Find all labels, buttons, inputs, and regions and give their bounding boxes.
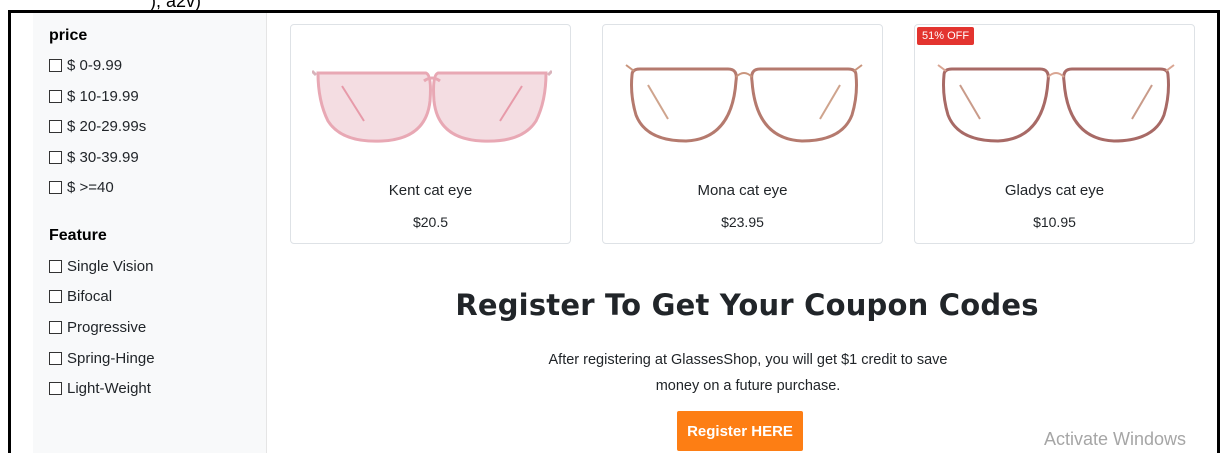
filter-option-label: Bifocal — [67, 288, 113, 305]
filter-option-feature-1[interactable]: Bifocal — [49, 288, 112, 305]
main-content: Kent cat eye $20.5 Mona cat eye $23.95 5… — [268, 13, 1217, 453]
checkbox[interactable] — [49, 382, 62, 395]
checkbox[interactable] — [49, 59, 62, 72]
filter-option-label: Light-Weight — [67, 380, 151, 397]
checkbox[interactable] — [49, 151, 62, 164]
product-name[interactable]: Mona cat eye — [603, 182, 882, 199]
filter-option-label: $ 30-39.99 — [67, 149, 139, 166]
filter-option-price-3[interactable]: $ 30-39.99 — [49, 149, 139, 166]
register-description: After registering at GlassesShop, you wi… — [488, 347, 1008, 399]
checkbox[interactable] — [49, 260, 62, 273]
product-price: $23.95 — [721, 214, 764, 230]
filter-option-price-4[interactable]: $ >=40 — [49, 179, 114, 196]
product-price: $10.95 — [1033, 214, 1076, 230]
glasses-image — [311, 69, 552, 143]
product-name[interactable]: Kent cat eye — [291, 182, 570, 199]
checkbox[interactable] — [49, 120, 62, 133]
product-card-mona[interactable]: Mona cat eye $23.95 — [602, 24, 883, 244]
product-card-gladys[interactable]: 51% OFF Gladys cat eye $10.95 — [914, 24, 1195, 244]
filter-option-feature-0[interactable]: Single Vision — [49, 258, 153, 275]
filter-option-label: $ 0-9.99 — [67, 57, 123, 74]
glasses-image — [936, 64, 1175, 143]
filter-option-feature-3[interactable]: Spring-Hinge — [49, 350, 155, 367]
register-description-line-2: money on a future purchase. — [655, 378, 841, 394]
product-image[interactable] — [305, 33, 558, 169]
filter-option-price-0[interactable]: $ 0-9.99 — [49, 57, 122, 74]
filter-option-label: Single Vision — [67, 258, 154, 275]
checkbox[interactable] — [49, 321, 62, 334]
product-name[interactable]: Gladys cat eye — [915, 182, 1194, 199]
filter-option-price-1[interactable]: $ 10-19.99 — [49, 88, 139, 105]
checkbox[interactable] — [49, 352, 62, 365]
checkbox[interactable] — [49, 181, 62, 194]
filter-option-label: $ 20-29.99s — [67, 118, 147, 135]
product-price: $20.5 — [412, 214, 449, 230]
checkbox[interactable] — [49, 290, 62, 303]
register-description-line-1: After registering at GlassesShop, you wi… — [548, 352, 948, 368]
filter-option-feature-4[interactable]: Light-Weight — [49, 380, 151, 397]
filter-option-label: $ 10-19.99 — [67, 88, 139, 105]
browser-viewport: price $ 0-9.99 $ 10-19.99 $ 20-29.99s $ … — [8, 10, 1220, 453]
filter-option-label: Spring-Hinge — [67, 350, 155, 367]
activate-windows-watermark: Activate Windows — [1044, 429, 1187, 449]
checkbox[interactable] — [49, 90, 62, 103]
filter-option-price-2[interactable]: $ 20-29.99s — [49, 118, 146, 135]
glasses-image — [624, 64, 863, 143]
register-button[interactable]: Register HERE — [677, 411, 803, 451]
filter-group-title-feature: Feature — [49, 227, 107, 244]
filter-option-feature-2[interactable]: Progressive — [49, 319, 146, 336]
filter-option-label: Progressive — [67, 319, 147, 336]
filter-option-label: $ >=40 — [67, 179, 114, 196]
filter-sidebar: price $ 0-9.99 $ 10-19.99 $ 20-29.99s $ … — [33, 13, 267, 453]
product-image[interactable] — [929, 33, 1182, 169]
register-title: Register To Get Your Coupon Codes — [455, 288, 1039, 322]
product-image[interactable] — [617, 33, 870, 169]
filter-group-title-price: price — [49, 27, 88, 44]
product-card-kent[interactable]: Kent cat eye $20.5 — [290, 24, 571, 244]
